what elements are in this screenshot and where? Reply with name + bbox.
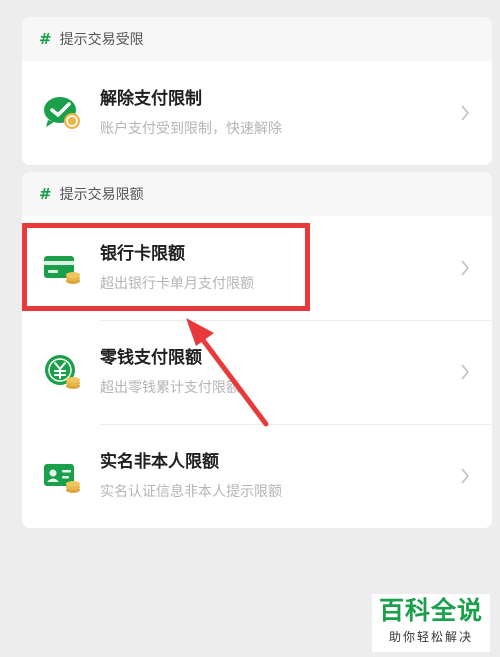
list-item-bank-card-limit[interactable]: 银行卡限额 超出银行卡单月支付限额	[22, 216, 492, 320]
list-item-non-owner-limit[interactable]: 实名非本人限额 实名认证信息非本人提示限额	[22, 424, 492, 528]
chevron-right-icon	[461, 260, 470, 276]
section-payment-restricted: # 提示交易受限 解除支付限制 账户支付受到限制，快速解除	[22, 17, 492, 165]
hash-mark: #	[39, 185, 52, 203]
item-title: 解除支付限制	[100, 89, 202, 109]
chevron-right-icon	[461, 468, 470, 484]
item-title: 零钱支付限额	[100, 348, 202, 368]
section-header: # 提示交易受限	[22, 17, 492, 61]
id-card-icon	[44, 464, 80, 493]
watermark-sub: 助你轻松解决	[388, 630, 473, 644]
item-subtitle: 账户支付受到限制，快速解除	[100, 121, 282, 137]
list-item-wallet-limit[interactable]: 零钱支付限额 超出零钱累计支付限额	[22, 320, 492, 424]
check-bubble-icon	[44, 97, 80, 129]
list-item-unlock-payment[interactable]: 解除支付限制 账户支付受到限制，快速解除	[22, 61, 492, 165]
item-subtitle: 实名认证信息非本人提示限额	[100, 484, 282, 500]
item-title: 实名非本人限额	[100, 452, 219, 472]
watermark-main: 百科全说	[378, 596, 483, 625]
section-header: # 提示交易限额	[22, 172, 492, 216]
section-title: 提示交易受限	[59, 32, 144, 48]
bank-card-icon	[44, 256, 80, 284]
item-title: 银行卡限额	[100, 244, 185, 264]
chevron-right-icon	[461, 105, 470, 121]
section-title: 提示交易限额	[59, 187, 144, 203]
watermark-logo: 百科全说 助你轻松解决	[372, 594, 490, 652]
yuan-coin-icon	[45, 355, 80, 389]
item-subtitle: 超出银行卡单月支付限额	[100, 276, 254, 292]
item-subtitle: 超出零钱累计支付限额	[100, 380, 240, 396]
hash-mark: #	[39, 30, 52, 48]
section-transaction-limit: # 提示交易限额 银行卡限额 超出银行卡单月支付限额 零钱支付限额 超出零钱累计…	[22, 172, 492, 528]
chevron-right-icon	[461, 364, 470, 380]
